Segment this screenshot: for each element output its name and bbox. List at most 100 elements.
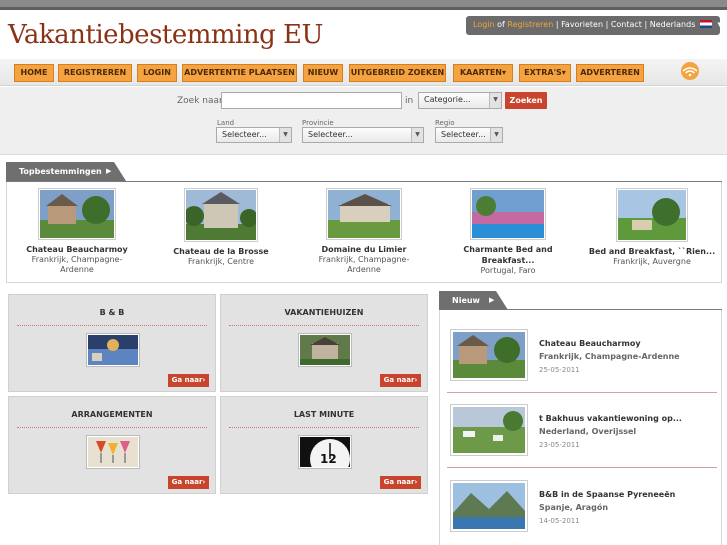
land-label: Land <box>217 119 235 127</box>
news-title[interactable]: Chateau Beaucharmoy <box>539 339 641 348</box>
rss-icon[interactable] <box>677 62 703 80</box>
destination-thumbnail[interactable] <box>326 188 402 240</box>
in-label: in <box>405 96 414 106</box>
nav-uitgebreid-zoeken[interactable]: UITGEBREID ZOEKEN <box>349 64 446 82</box>
play-arrow-icon: ▶ <box>106 167 112 175</box>
category-image[interactable] <box>298 333 352 367</box>
news-title[interactable]: B&B in de Spaanse Pyreneeën <box>539 490 675 499</box>
category-image[interactable] <box>86 435 140 469</box>
destination-name[interactable]: Chateau Beaucharmoy <box>12 244 142 255</box>
category-title: LAST MINUTE <box>293 410 355 419</box>
search-button[interactable]: Zoeken <box>505 92 547 109</box>
destination-location: Frankrijk, Champagne- <box>318 255 410 264</box>
destination-thumbnail[interactable] <box>616 188 688 242</box>
destination-card[interactable]: Chateau de la Brosse Frankrijk, Centre <box>156 188 286 267</box>
destination-card[interactable]: Domaine du Limier Frankrijk, Champagne- … <box>299 188 429 275</box>
favorites-link[interactable]: | Favorieten <box>556 20 603 29</box>
news-date: 14-05-2011 <box>539 517 580 525</box>
news-item[interactable]: Chateau Beaucharmoy Frankrijk, Champagne… <box>450 329 718 389</box>
destination-location-2: Ardenne <box>347 265 381 274</box>
go-to-button[interactable]: Ga naar› <box>380 476 421 489</box>
destination-thumbnail[interactable] <box>38 188 116 240</box>
register-link[interactable]: Registreren <box>507 20 553 29</box>
destination-card[interactable]: Charmante Bed and Breakfast... Portugal,… <box>443 188 573 276</box>
login-link[interactable]: Login <box>473 20 495 29</box>
news-location: Spanje, Aragón <box>539 503 609 512</box>
tab-label: Nieuw <box>452 296 480 305</box>
top-strip-dark <box>0 7 727 10</box>
news-date: 25-05-2011 <box>539 366 580 374</box>
news-thumbnail[interactable] <box>450 329 528 381</box>
land-select[interactable]: Selecteer... ▼ <box>216 127 292 143</box>
news-item[interactable]: B&B in de Spaanse Pyreneeën Spanje, Arag… <box>450 480 718 540</box>
chevron-down-icon: ▼ <box>411 128 423 142</box>
go-to-button[interactable]: Ga naar› <box>168 476 209 489</box>
nav-advertentie-plaatsen[interactable]: ADVERTENTIE PLAATSEN <box>182 64 297 82</box>
nav-kaarten[interactable]: KAARTEN▾ <box>453 64 513 82</box>
news-location: Nederland, Overijssel <box>539 427 637 436</box>
dutch-flag-icon <box>699 20 712 28</box>
category-select[interactable]: Categorie... ▼ <box>418 92 502 109</box>
news-thumbnail[interactable] <box>450 404 528 456</box>
dotted-divider <box>229 325 419 326</box>
destination-thumbnail[interactable] <box>184 188 258 242</box>
destination-name[interactable]: Bed and Breakfast, ``Rien... <box>585 246 719 257</box>
category-title: B & B <box>99 308 125 317</box>
category-arrangementen: ARRANGEMENTEN Ga naar› <box>8 396 216 494</box>
language-selector[interactable]: | Nederlands <box>645 20 696 29</box>
nav-nieuw[interactable]: NIEUW <box>303 64 343 82</box>
go-to-button[interactable]: Ga naar› <box>380 374 421 387</box>
provincie-select[interactable]: Selecteer... ▼ <box>302 127 424 143</box>
nav-adverteren[interactable]: ADVERTEREN <box>576 64 644 82</box>
regio-select[interactable]: Selecteer... ▼ <box>435 127 503 143</box>
contact-link[interactable]: | Contact <box>606 20 642 29</box>
site-logo[interactable]: Vakantiebestemming EU <box>8 20 323 50</box>
destination-location: Frankrijk, Auvergne <box>613 257 691 266</box>
tab-topbestemmingen[interactable]: Topbestemmingen ▶ <box>6 162 126 181</box>
destination-card[interactable]: Bed and Breakfast, ``Rien... Frankrijk, … <box>585 188 719 267</box>
search-input[interactable] <box>221 92 402 109</box>
land-select-value: Selecteer... <box>222 130 267 139</box>
category-title: VAKANTIEHUIZEN <box>284 308 364 317</box>
news-thumbnail[interactable] <box>450 480 528 532</box>
nav-extras[interactable]: EXTRA'S▾ <box>519 64 571 82</box>
regio-label: Regio <box>435 119 455 127</box>
nav-registreren[interactable]: REGISTREREN <box>58 64 132 82</box>
svg-text:12: 12 <box>320 452 337 466</box>
dotted-divider <box>229 427 419 428</box>
tab-nieuw[interactable]: Nieuw ▶ <box>439 291 508 310</box>
regio-select-value: Selecteer... <box>441 130 486 139</box>
category-last-minute: LAST MINUTE 12 Ga naar› <box>220 396 428 494</box>
destination-location-2: Ardenne <box>60 265 94 274</box>
category-image[interactable] <box>86 333 140 367</box>
category-select-value: Categorie... <box>424 95 471 104</box>
news-item[interactable]: t Bakhuus vakantiewoning op... Nederland… <box>450 404 718 464</box>
destination-name[interactable]: Charmante Bed and <box>443 244 573 255</box>
destination-location: Frankrijk, Champagne- <box>31 255 123 264</box>
news-location: Frankrijk, Champagne-Ardenne <box>539 352 680 361</box>
dotted-divider <box>17 325 207 326</box>
chevron-down-icon: ▼ <box>490 128 502 142</box>
destination-thumbnail[interactable] <box>470 188 546 240</box>
nav-home[interactable]: HOME <box>14 64 54 82</box>
chevron-down-icon: ▼ <box>279 128 291 142</box>
category-title: ARRANGEMENTEN <box>71 410 153 419</box>
provincie-label: Provincie <box>302 119 334 127</box>
play-arrow-icon: ▶ <box>489 296 495 304</box>
destination-name-2[interactable]: Breakfast... <box>443 255 573 266</box>
of-text: of <box>497 20 505 29</box>
category-vakantiehuizen: VAKANTIEHUIZEN Ga naar› <box>220 294 428 392</box>
go-to-button[interactable]: Ga naar› <box>168 374 209 387</box>
dotted-divider <box>17 427 207 428</box>
chevron-down-icon[interactable]: ▼ <box>717 21 722 29</box>
destination-location: Portugal, Faro <box>480 266 536 275</box>
nav-login[interactable]: LOGIN <box>137 64 177 82</box>
destination-card[interactable]: Chateau Beaucharmoy Frankrijk, Champagne… <box>12 188 142 275</box>
destination-name[interactable]: Domaine du Limier <box>299 244 429 255</box>
user-menu: Login of Registreren | Favorieten | Cont… <box>466 16 723 35</box>
news-title[interactable]: t Bakhuus vakantiewoning op... <box>539 414 682 423</box>
chevron-down-icon: ▼ <box>489 93 501 108</box>
news-divider <box>447 467 717 468</box>
destination-name[interactable]: Chateau de la Brosse <box>156 246 286 257</box>
category-image[interactable]: 12 <box>298 435 352 479</box>
